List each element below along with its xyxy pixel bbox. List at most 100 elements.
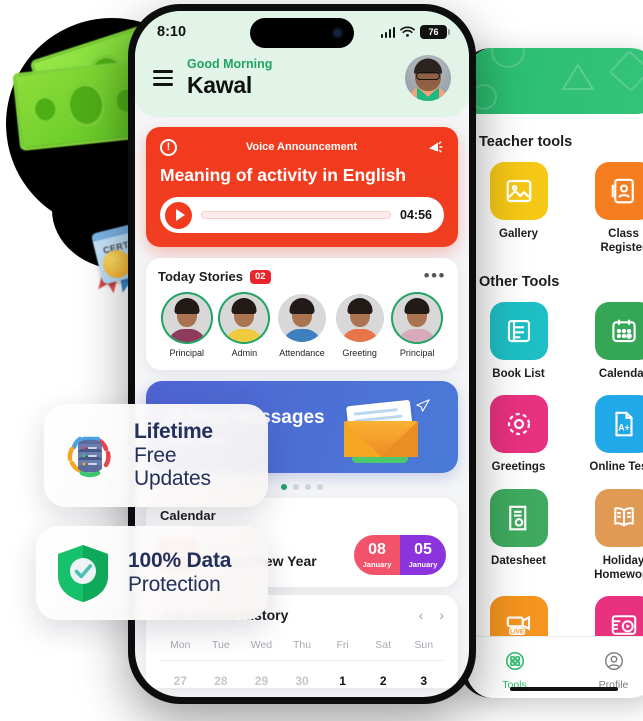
front-camera-icon	[332, 27, 343, 39]
list-item[interactable]: Principal	[388, 294, 446, 358]
datesheet-icon	[489, 488, 548, 547]
day-cell[interactable]: 27	[160, 674, 201, 688]
tool-online-tests[interactable]: A+ Online Tests	[584, 395, 643, 474]
badge-line-1: 100% Data	[128, 549, 232, 573]
calendar-date-pills[interactable]: 08 January 05 January	[354, 535, 446, 575]
nav-item-tools[interactable]: Tools	[465, 650, 564, 691]
badge-lifetime-free-updates: Lifetime Free Updates	[44, 404, 268, 507]
online-test-icon: A+	[594, 395, 643, 454]
tool-datesheet[interactable]: Datesheet	[479, 488, 558, 583]
pill-month: January	[408, 559, 438, 569]
weekday-label: Thu	[292, 639, 312, 651]
avatar[interactable]	[405, 55, 451, 101]
image-gallery-icon	[489, 162, 548, 220]
audio-progress-track[interactable]	[201, 211, 392, 219]
screenshot-stage: CERTIFICATE Teacher tools	[0, 0, 643, 721]
greeting-text: Good Morning	[187, 57, 273, 71]
badge-line-2: Free Updates	[134, 443, 211, 491]
badge-line-2: Protection	[128, 573, 221, 596]
hamburger-menu-icon[interactable]	[153, 70, 173, 86]
tool-calendar[interactable]: Calendar	[584, 301, 643, 381]
day-cell[interactable]: 1	[322, 674, 363, 688]
back-section-title-teacher: Teacher tools	[479, 134, 573, 150]
audio-player[interactable]: 04:56	[160, 197, 444, 233]
weekday-label: Sat	[375, 639, 392, 651]
tool-class-register[interactable]: Class Register	[584, 162, 643, 256]
weekday-label: Mon	[170, 639, 191, 651]
voice-announcement-headline: Meaning of activity in English	[160, 165, 406, 185]
badge-data-protection: 100% Data Protection	[36, 526, 268, 620]
back-phone-green-header	[465, 48, 643, 114]
tool-label: Holiday Homework	[594, 554, 643, 581]
teacher-tools-grid: Gallery Class Register	[479, 162, 643, 256]
cellular-bars-icon	[380, 26, 395, 38]
day-number-row: 27 28 29 30 1 2 3	[160, 674, 444, 688]
tool-book-list[interactable]: Book List	[479, 301, 558, 381]
battery-level: 76	[428, 27, 439, 37]
story-label: Attendance	[279, 348, 325, 358]
tool-label: Gallery	[499, 228, 538, 240]
tool-greetings[interactable]: Greetings	[479, 395, 558, 474]
date-pill[interactable]: 05 January	[400, 535, 446, 575]
megaphone-icon[interactable]	[426, 138, 444, 156]
status-time: 8:10	[157, 24, 187, 40]
play-icon[interactable]	[165, 201, 192, 229]
open-envelope-illustration	[340, 399, 432, 463]
pill-day: 05	[414, 540, 432, 558]
list-item[interactable]: Greeting	[331, 294, 389, 358]
dynamic-island	[250, 18, 354, 48]
day-cell[interactable]: 29	[241, 674, 282, 688]
list-item[interactable]: Attendance	[273, 294, 331, 358]
chevron-right-icon[interactable]: ›	[439, 607, 444, 623]
pill-month: January	[362, 559, 392, 569]
home-indicator	[510, 687, 618, 691]
day-cell[interactable]: 30	[282, 674, 323, 688]
weekday-label: Fri	[336, 639, 349, 651]
nav-item-profile[interactable]: Profile	[564, 650, 643, 691]
triangle-decoration-icon	[561, 62, 595, 92]
app-header: Good Morning Kawal	[135, 53, 469, 117]
tool-gallery[interactable]: Gallery	[479, 162, 558, 256]
stories-count-badge: 02	[250, 269, 271, 284]
story-label: Principal	[399, 348, 435, 358]
tool-holiday-homework[interactable]: Holiday Homework	[584, 488, 643, 583]
list-item[interactable]: Admin	[216, 294, 274, 358]
pill-day: 08	[368, 540, 386, 558]
voice-announcement-label: Voice Announcement	[245, 141, 358, 153]
tool-label: Class Register	[600, 228, 643, 255]
tool-label: Greetings	[491, 461, 546, 474]
user-name: Kawal	[187, 72, 252, 98]
exclamation-circle-icon: !	[160, 138, 177, 156]
back-phone-screen: Teacher tools Gallery Class Register Oth…	[458, 48, 643, 698]
other-tools-grid: Book List Calendar	[479, 301, 643, 676]
wifi-icon	[400, 26, 415, 37]
tool-label: Book List	[492, 367, 545, 380]
paper-plane-icon	[416, 399, 430, 412]
tool-label: Datesheet	[491, 554, 546, 567]
pager-dot	[293, 484, 299, 490]
day-cell[interactable]: 28	[201, 674, 242, 688]
day-cell[interactable]: 3	[403, 674, 444, 688]
weekday-label: Wed	[250, 639, 273, 651]
status-bar: 8:10 76	[135, 11, 469, 53]
holiday-homework-icon	[594, 488, 643, 547]
stories-row: Principal Admin Attendance Greeting Prin…	[158, 294, 446, 358]
story-label: Greeting	[342, 348, 377, 358]
stories-title: Today Stories	[158, 269, 244, 284]
stories-card: Today Stories 02 ••• Principal Admin Att…	[146, 258, 458, 370]
story-label: Principal	[169, 348, 205, 358]
tool-label: Online Tests	[589, 461, 643, 474]
list-item[interactable]: Principal	[158, 294, 216, 358]
class-register-icon	[594, 162, 643, 220]
more-horizontal-icon[interactable]: •••	[424, 267, 446, 284]
day-cell[interactable]: 2	[363, 674, 404, 688]
date-pill[interactable]: 08 January	[354, 535, 400, 575]
audio-duration: 04:56	[400, 208, 432, 222]
weekday-label: Tue	[212, 639, 230, 651]
chevron-left-icon[interactable]: ‹	[419, 607, 424, 623]
svg-text:LIVE: LIVE	[510, 629, 524, 636]
pager-dot	[305, 484, 311, 490]
voice-announcement-card[interactable]: ! Voice Announcement Meaning of activity…	[146, 127, 458, 247]
pager-dot	[317, 484, 323, 490]
divider	[160, 660, 444, 661]
